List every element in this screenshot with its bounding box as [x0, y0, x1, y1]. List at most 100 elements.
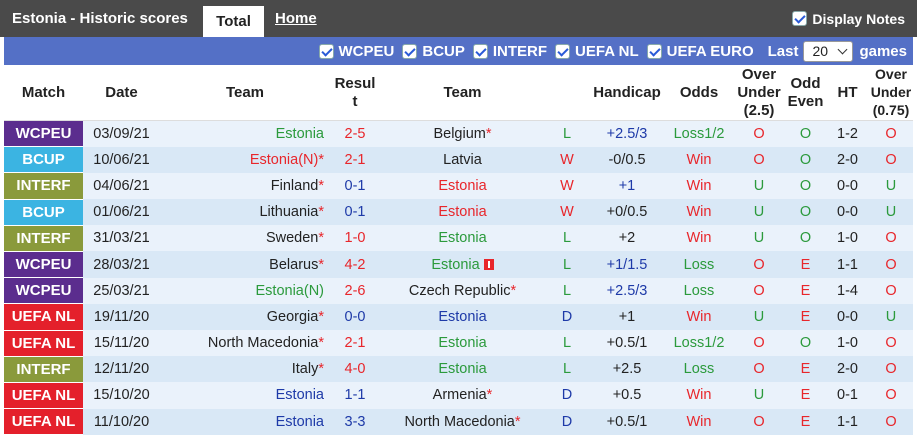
table-row[interactable]: UEFA NL 15/11/20 North Macedonia* 2-1 Estoni… [4, 330, 913, 357]
odds-result: Win [665, 408, 733, 435]
handicap: +0.5/1 [589, 408, 665, 435]
odd-even: O [785, 146, 826, 173]
home-team-name[interactable]: Georgia [267, 309, 319, 325]
match-score: 4-2 [330, 251, 380, 278]
over-under-075: U [869, 303, 913, 330]
away-team-name[interactable]: Latvia [443, 152, 482, 168]
match-date: 19/11/20 [83, 303, 160, 330]
away-team-name[interactable]: Estonia [438, 204, 486, 220]
checkbox-icon[interactable] [646, 43, 662, 59]
display-notes-label: Display Notes [812, 10, 905, 27]
win-loss: L [545, 225, 589, 252]
table-row[interactable]: UEFA NL 19/11/20 Georgia* 0-0 Estonia D +1 Win U… [4, 303, 913, 331]
filter-uefa-nl[interactable]: UEFA NL [555, 43, 639, 60]
odd-even: E [785, 408, 826, 435]
win-loss: D [545, 303, 589, 330]
home-team-name[interactable]: Estonia [276, 387, 324, 403]
home-team-name[interactable]: Estonia(N) [250, 152, 319, 168]
checkbox-icon[interactable] [472, 43, 488, 59]
filter-interf[interactable]: INTERF [472, 43, 547, 60]
table-row[interactable]: INTERF 31/03/21 Sweden* 1-0 Estonia L +2 Win U O 1… [4, 225, 913, 252]
odds-result: Loss [665, 277, 733, 304]
games-label: games [859, 42, 907, 60]
away-team-name[interactable]: Estonia [438, 309, 486, 325]
table-row[interactable]: BCUP 01/06/21 Lithuania* 0-1 Estonia W +0/0.5 W… [4, 199, 913, 226]
over-under: O [733, 277, 785, 304]
half-time: 0-1 [826, 382, 869, 409]
home-team-name[interactable]: Finland [271, 178, 319, 194]
away-team-name[interactable]: North Macedonia [404, 414, 514, 430]
match-date: 11/10/20 [83, 408, 160, 435]
match-date: 15/11/20 [83, 330, 160, 357]
over-under: U [733, 225, 785, 252]
away-team: Estonia [380, 303, 545, 330]
table-row[interactable]: UEFA NL 11/10/20 Estonia 3-3 North Macedonia… [4, 408, 913, 436]
over-under: U [733, 172, 785, 200]
last-games-value: 20 [812, 43, 829, 59]
over-under-075: O [869, 330, 913, 357]
table-row[interactable]: INTERF 04/06/21 Finland* 0-1 Estonia W +1 Win U O… [4, 172, 913, 200]
home-team: Estonia(N)* [160, 146, 330, 173]
home-team-name[interactable]: Estonia(N) [256, 283, 325, 299]
filter-uefa-euro[interactable]: UEFA EURO [646, 43, 754, 60]
away-team: Czech Republic* [380, 277, 545, 304]
match-score: 2-1 [330, 330, 380, 357]
col-team-home: Team [160, 65, 330, 121]
historic-scores-panel: Estonia - Historic scores Total Home Dis… [0, 0, 917, 436]
checkbox-icon[interactable] [318, 43, 334, 59]
display-notes-toggle[interactable]: Display Notes [792, 0, 905, 37]
display-notes-checkbox[interactable] [792, 11, 808, 26]
filter-bcup[interactable]: BCUP [402, 43, 465, 60]
filter-label: WCPEU [338, 42, 395, 60]
table-row[interactable]: WCPEU 25/03/21 Estonia(N) 2-6 Czech Republic… [4, 277, 913, 305]
table-row[interactable]: INTERF 12/11/20 Italy* 4-0 Estonia L +2.5 Loss O… [4, 356, 913, 383]
away-team-name[interactable]: Estonia [431, 257, 479, 273]
half-time: 1-0 [826, 225, 869, 252]
home-team-name[interactable]: Sweden [266, 230, 318, 246]
filter-label: BCUP [422, 42, 465, 60]
half-time: 1-2 [826, 120, 869, 147]
competition-filter-bar: WCPEU BCUP INTERF UEFA NL UEFA EURO Last… [4, 37, 913, 65]
table-header-row: Match Date Team Result Team Handicap Odd… [4, 65, 913, 121]
checkbox-icon[interactable] [402, 43, 418, 59]
last-games-select[interactable]: 20 [803, 40, 854, 62]
over-under: U [733, 199, 785, 226]
home-team-name[interactable]: Lithuania [259, 204, 318, 220]
away-team-name[interactable]: Czech Republic [409, 283, 511, 299]
home-team-name[interactable]: Italy [292, 361, 319, 377]
home-team: Estonia [160, 382, 330, 409]
away-team-name[interactable]: Estonia [438, 361, 486, 377]
over-under-075: O [869, 277, 913, 304]
away-marker: * [486, 387, 493, 404]
away-team-name[interactable]: Estonia [438, 230, 486, 246]
away-team-name[interactable]: Belgium [433, 126, 485, 142]
table-row[interactable]: UEFA NL 15/10/20 Estonia 1-1 Armenia* D +0.5 Wi… [4, 382, 913, 410]
competition-badge: INTERF [4, 356, 83, 383]
win-loss: L [545, 251, 589, 278]
table-row[interactable]: BCUP 10/06/21 Estonia(N)* 2-1 Latvia W -0/0.5 W… [4, 146, 913, 174]
table-row[interactable]: WCPEU 28/03/21 Belarus* 4-2 Estonia L +1/1.5 Lo… [4, 251, 913, 279]
scores-table: Match Date Team Result Team Handicap Odd… [4, 65, 913, 436]
win-loss: D [545, 408, 589, 435]
tab-home[interactable]: Home [275, 0, 317, 37]
away-team-name[interactable]: Armenia [433, 387, 487, 403]
home-team-name[interactable]: Belarus [269, 257, 318, 273]
away-marker: * [514, 413, 521, 430]
away-team-name[interactable]: Estonia [438, 178, 486, 194]
away-team-name[interactable]: Estonia [438, 335, 486, 351]
home-team: Belarus* [160, 251, 330, 278]
handicap: +1 [589, 172, 665, 200]
home-team-name[interactable]: Estonia [276, 126, 324, 142]
home-marker: * [318, 308, 324, 325]
win-loss: L [545, 277, 589, 304]
tab-total[interactable]: Total [203, 6, 264, 37]
home-team-name[interactable]: Estonia [276, 414, 324, 430]
col-team-away: Team [380, 65, 545, 121]
table-row[interactable]: WCPEU 03/09/21 Estonia 2-5 Belgium* L +2.5/3 Lo… [4, 120, 913, 148]
filter-wcpeu[interactable]: WCPEU [318, 42, 395, 60]
over-under: U [733, 303, 785, 330]
filter-label: UEFA NL [575, 42, 639, 60]
home-team-name[interactable]: North Macedonia [208, 335, 318, 351]
checkbox-icon[interactable] [555, 43, 571, 59]
competition-badge: WCPEU [4, 277, 83, 305]
